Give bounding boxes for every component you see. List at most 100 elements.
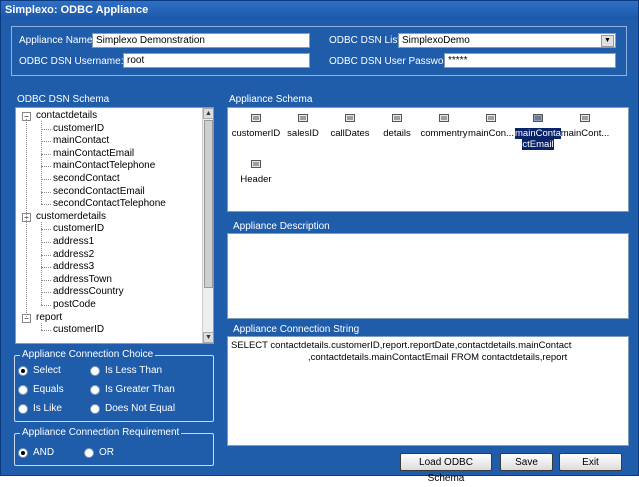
requirement-label[interactable]: AND	[33, 447, 54, 458]
schema-item[interactable]: salesID	[278, 114, 328, 139]
choice-label[interactable]: Is Less Than	[105, 365, 162, 376]
tree-field[interactable]: addressTown	[53, 274, 112, 285]
schema-item[interactable]: mainCont...	[560, 114, 610, 139]
client-area: Appliance Name: Simplexo Demonstration O…	[4, 20, 635, 484]
choice-radio[interactable]	[90, 404, 100, 414]
tree-group-1[interactable]: customerdetails	[36, 211, 106, 222]
tree-connector	[41, 279, 51, 281]
schema-item[interactable]: details	[372, 114, 422, 139]
tree-field[interactable]: customerID	[53, 324, 104, 335]
schema-item[interactable]: customerID	[231, 114, 281, 139]
choice-label[interactable]: Is Greater Than	[105, 384, 175, 395]
schema-item[interactable]: mainCon...	[466, 114, 516, 139]
tree-field[interactable]: secondContact	[53, 173, 120, 184]
tree-field[interactable]: mainContactTelephone	[53, 160, 155, 171]
choice-label[interactable]: Equals	[33, 384, 64, 395]
tree-field[interactable]: mainContact	[53, 135, 109, 146]
requirement-radio[interactable]	[18, 448, 28, 458]
choice-radio[interactable]	[18, 404, 28, 414]
save-button[interactable]: Save	[500, 453, 553, 471]
tree-field[interactable]: customerID	[53, 123, 104, 134]
schema-item[interactable]: commentry	[419, 114, 469, 139]
tree-field[interactable]: secondContactEmail	[53, 186, 145, 197]
choice-label[interactable]: Select	[33, 365, 61, 376]
schema-item-label: salesID	[287, 128, 319, 139]
schema-item[interactable]: mainConta ctEmail	[513, 114, 563, 150]
schema-item-label: mainConta ctEmail	[515, 128, 561, 150]
schema-item-label-line2: ctEmail	[522, 139, 554, 150]
field-icon	[533, 114, 543, 122]
connection-choice-title: Appliance Connection Choice	[20, 349, 156, 360]
tree-connector	[41, 153, 51, 155]
tree-field[interactable]: address3	[53, 261, 94, 272]
appliance-schema-list[interactable]: customerID salesID callDates details comment…	[227, 107, 629, 212]
schema-item[interactable]: Header	[231, 160, 281, 185]
tree-group-2[interactable]: report	[36, 312, 62, 323]
connection-string-textarea[interactable]: SELECT contactdetails.customerID,report.…	[227, 336, 629, 446]
tree-connector	[41, 204, 51, 206]
field-icon	[251, 114, 261, 122]
tree-field[interactable]: secondContactTelephone	[53, 198, 166, 209]
appliance-schema-title: Appliance Schema	[229, 94, 313, 105]
tree-field[interactable]: address1	[53, 236, 94, 247]
schema-item-label: commentry	[420, 128, 468, 139]
schema-item-label: callDates	[330, 128, 370, 139]
tree-connector	[41, 267, 51, 269]
load-odbc-schema-button[interactable]: Load ODBC Schema	[400, 453, 492, 484]
choice-radio[interactable]	[18, 385, 28, 395]
scroll-down-icon[interactable]: ▼	[203, 332, 213, 343]
dsn-list-select[interactable]: SimplexoDemo ▼	[398, 33, 616, 48]
choice-radio[interactable]	[90, 366, 100, 376]
tree-scrollbar[interactable]: ▲ ▼	[202, 108, 213, 343]
username-input[interactable]: root	[123, 53, 310, 68]
appliance-name-label: Appliance Name:	[19, 35, 96, 46]
tree-field[interactable]: address2	[53, 249, 94, 260]
requirement-label[interactable]: OR	[99, 447, 114, 458]
password-label: ODBC DSN User Password:	[329, 56, 456, 67]
field-icon	[298, 114, 308, 122]
schema-item-label: mainCont...	[560, 128, 610, 139]
tree-connector	[41, 330, 51, 332]
dropdown-arrow-icon[interactable]: ▼	[601, 35, 614, 47]
requirement-radio[interactable]	[84, 448, 94, 458]
field-icon	[392, 114, 402, 122]
tree-connector	[41, 179, 51, 180]
field-icon	[580, 114, 590, 122]
connection-string-title: Appliance Connection String	[233, 324, 360, 335]
app-window: Simplexo: ODBC Appliance Appliance Name:…	[0, 0, 639, 484]
window-title: Simplexo: ODBC Appliance	[5, 4, 149, 16]
tree-field[interactable]: mainContactEmail	[53, 148, 134, 159]
connection-requirement-title: Appliance Connection Requirement	[20, 427, 182, 438]
choice-label[interactable]: Does Not Equal	[105, 403, 175, 414]
schema-item-label: Header	[240, 174, 272, 185]
tree-field[interactable]: addressCountry	[53, 286, 124, 297]
scroll-thumb[interactable]	[204, 120, 213, 288]
description-textarea[interactable]	[227, 233, 629, 319]
tree-field[interactable]: postCode	[53, 299, 96, 310]
tree-group-0[interactable]: contactdetails	[36, 110, 97, 121]
tree-connector	[26, 119, 27, 319]
schema-item[interactable]: callDates	[325, 114, 375, 139]
dsn-list-label: ODBC DSN List:	[329, 35, 403, 46]
username-label: ODBC DSN Username:	[19, 56, 124, 67]
tree-field[interactable]: customerID	[53, 223, 104, 234]
connection-string-line1: SELECT contactdetails.customerID,report.…	[231, 340, 572, 351]
schema-item-label: customerID	[231, 128, 281, 139]
scroll-up-icon[interactable]: ▲	[203, 108, 213, 119]
exit-button[interactable]: Exit	[559, 453, 622, 471]
dsn-schema-tree[interactable]: − contactdetails customerID mainContact main…	[15, 107, 214, 344]
tree-connector	[41, 221, 42, 305]
password-input[interactable]: *****	[444, 53, 616, 68]
dsn-list-value: SimplexoDemo	[402, 35, 470, 46]
field-icon	[251, 160, 261, 168]
schema-item-label-line1: mainConta	[515, 128, 561, 139]
choice-label[interactable]: Is Like	[33, 403, 62, 414]
tree-connector	[41, 254, 51, 256]
field-icon	[486, 114, 496, 122]
choice-radio[interactable]	[90, 385, 100, 395]
appliance-name-input[interactable]: Simplexo Demonstration	[92, 33, 310, 48]
tree-connector	[41, 305, 51, 306]
schema-item-label: mainCon...	[468, 128, 514, 139]
tree-connector	[41, 191, 51, 193]
choice-radio[interactable]	[18, 366, 28, 376]
